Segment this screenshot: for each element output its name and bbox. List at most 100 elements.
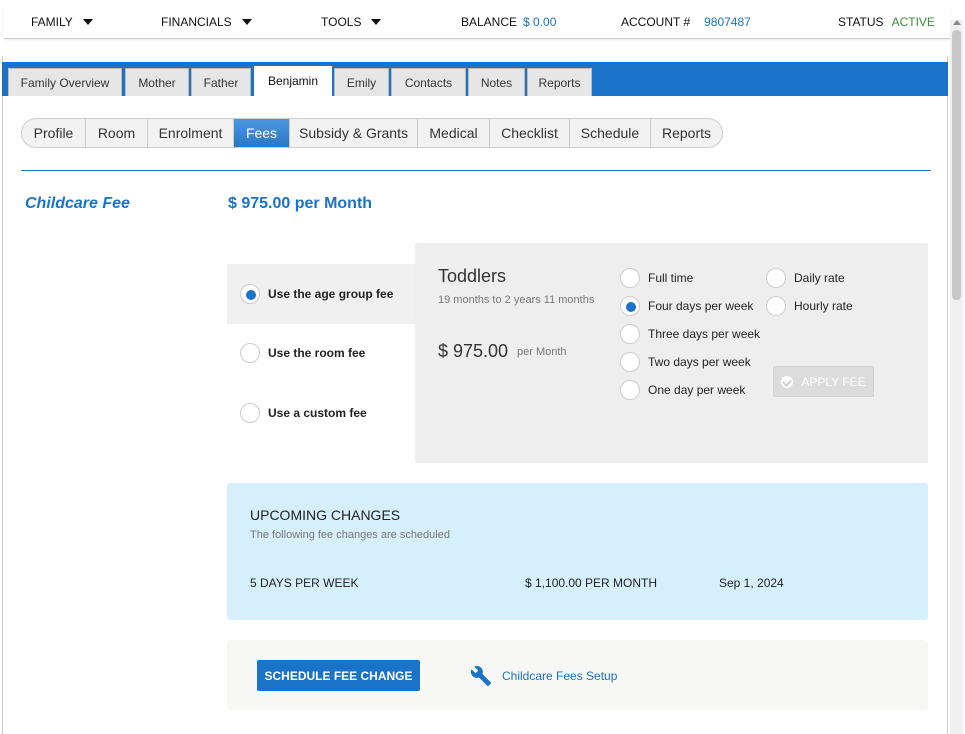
option-label: Use the room fee (268, 346, 366, 360)
status-value: ACTIVE (891, 15, 935, 29)
radio-unselected-icon[interactable] (620, 268, 640, 288)
radio-selected-icon[interactable] (620, 296, 640, 316)
schedule-label: Hourly rate (794, 299, 853, 313)
balance-value: $ 0.00 (523, 15, 557, 29)
subnav-fees[interactable]: Fees (234, 119, 290, 147)
tab-label: Benjamin (267, 74, 319, 88)
account-value[interactable]: 9807487 (704, 15, 751, 29)
tab-emily[interactable]: Emily (334, 68, 389, 96)
subnav-label: Profile (33, 125, 74, 141)
childcare-fees-setup-link[interactable]: Childcare Fees Setup (470, 665, 617, 687)
balance: BALANCE $ 0.00 (461, 15, 556, 29)
person-tab-bar: Family Overview Mother Father Benjamin E… (2, 62, 948, 96)
tab-family-overview[interactable]: Family Overview (8, 68, 122, 96)
caret-down-icon (241, 19, 252, 25)
childcare-fee-label: Childcare Fee (25, 195, 130, 212)
schedule-one-day[interactable]: One day per week (620, 380, 745, 400)
tab-contacts[interactable]: Contacts (391, 68, 466, 96)
option-room-fee[interactable]: Use the room fee (240, 343, 365, 363)
schedule-label: One day per week (648, 383, 746, 397)
schedule-label: Four days per week (648, 299, 754, 313)
option-custom-fee[interactable]: Use a custom fee (240, 403, 367, 423)
tab-father[interactable]: Father (191, 68, 251, 96)
tab-label: Father (203, 75, 239, 90)
subnav-label: Fees (245, 125, 278, 141)
subnav-label: Enrolment (158, 125, 223, 141)
upcoming-changes-panel (227, 483, 928, 620)
upcoming-date: Sep 1, 2024 (719, 576, 784, 590)
upcoming-changes-subtitle: The following fee changes are scheduled (250, 529, 450, 541)
subnav-enrolment[interactable]: Enrolment (148, 119, 234, 147)
caret-down-icon (82, 19, 93, 25)
tab-label: Mother (138, 75, 176, 90)
schedule-label: Daily rate (794, 271, 845, 285)
option-label: Use a custom fee (268, 406, 367, 420)
subnav-medical[interactable]: Medical (418, 119, 490, 147)
family-menu-label: FAMILY (31, 15, 73, 29)
upcoming-changes-title: UPCOMING CHANGES (250, 507, 401, 523)
age-group-title: Toddlers (438, 266, 507, 286)
top-bar: FAMILY FINANCIALS TOOLS BALANCE $ 0.00 A… (4, 5, 950, 39)
schedule-four-days[interactable]: Four days per week (620, 296, 753, 316)
apply-fee-button[interactable]: APPLY FEE (773, 366, 874, 397)
caret-down-icon (371, 19, 382, 25)
subnav-schedule[interactable]: Schedule (570, 119, 651, 147)
tab-label: Notes (480, 75, 513, 90)
radio-unselected-icon[interactable] (620, 380, 640, 400)
radio-unselected-icon[interactable] (766, 268, 786, 288)
tab-label: Reports (538, 75, 581, 90)
schedule-daily-rate[interactable]: Daily rate (766, 268, 845, 288)
family-menu[interactable]: FAMILY (31, 15, 93, 29)
tab-benjamin[interactable]: Benjamin (254, 66, 332, 96)
schedule-hourly-rate[interactable]: Hourly rate (766, 296, 853, 316)
tools-menu[interactable]: TOOLS (321, 15, 382, 29)
section-divider (21, 170, 931, 171)
tab-label: Emily (346, 75, 377, 90)
subnav-room[interactable]: Room (86, 119, 148, 147)
schedule-three-days[interactable]: Three days per week (620, 324, 760, 344)
subnav-subsidy-grants[interactable]: Subsidy & Grants (290, 119, 418, 147)
schedule-full-time[interactable]: Full time (620, 268, 693, 288)
age-group-price: $ 975.00 (438, 341, 509, 361)
status-label: STATUS (838, 15, 884, 29)
schedule-two-days[interactable]: Two days per week (620, 352, 751, 372)
schedule-label: Full time (648, 271, 694, 285)
tab-notes[interactable]: Notes (468, 68, 525, 96)
scroll-up-icon[interactable] (953, 20, 961, 25)
subnav-label: Room (97, 125, 136, 141)
account: ACCOUNT # 9807487 (621, 15, 751, 29)
tab-mother[interactable]: Mother (125, 68, 189, 96)
radio-unselected-icon[interactable] (240, 403, 260, 423)
radio-selected-icon[interactable] (240, 284, 260, 304)
account-label: ACCOUNT # (621, 15, 691, 29)
setup-link-label: Childcare Fees Setup (502, 669, 618, 683)
financials-menu-label: FINANCIALS (161, 15, 232, 29)
subnav-label: Medical (429, 125, 478, 141)
check-circle-icon (781, 375, 794, 388)
radio-unselected-icon[interactable] (240, 343, 260, 363)
radio-unselected-icon[interactable] (620, 352, 640, 372)
financials-menu[interactable]: FINANCIALS (161, 15, 252, 29)
childcare-fee-amount: $ 975.00 per Month (228, 195, 373, 212)
subnav-label: Checklist (501, 125, 558, 141)
scroll-thumb[interactable] (952, 30, 961, 300)
tab-label: Contacts (404, 75, 453, 90)
apply-fee-label: APPLY FEE (801, 374, 866, 389)
option-age-group-fee[interactable]: Use the age group fee (240, 284, 393, 304)
schedule-label: Three days per week (648, 327, 761, 341)
tab-label: Family Overview (20, 75, 110, 90)
upcoming-amount: $ 1,100.00 PER MONTH (525, 576, 658, 590)
radio-unselected-icon[interactable] (620, 324, 640, 344)
sub-navigation: Profile Room Enrolment Fees Subsidy & Gr… (21, 118, 723, 148)
age-group-period: per Month (517, 346, 567, 358)
status: STATUS ACTIVE (838, 15, 935, 29)
schedule-label: Two days per week (648, 355, 751, 369)
subnav-profile[interactable]: Profile (22, 119, 86, 147)
schedule-fee-change-button[interactable]: SCHEDULE FEE CHANGE (257, 660, 420, 691)
subnav-checklist[interactable]: Checklist (490, 119, 570, 147)
tab-reports[interactable]: Reports (527, 68, 592, 96)
radio-unselected-icon[interactable] (766, 296, 786, 316)
subnav-reports[interactable]: Reports (651, 119, 722, 147)
subnav-label: Subsidy & Grants (299, 125, 408, 141)
vertical-scrollbar[interactable] (950, 20, 963, 734)
